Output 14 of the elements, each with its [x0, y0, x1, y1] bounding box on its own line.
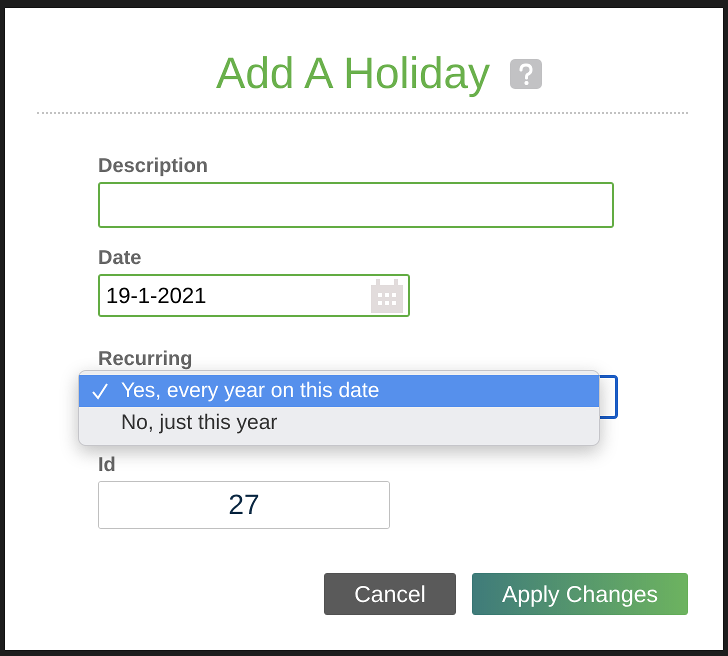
field-label: Recurring [98, 347, 194, 371]
calendar-icon[interactable] [371, 279, 403, 313]
field-label: Id [98, 453, 117, 477]
field-label: Description [98, 154, 210, 178]
dropdown-option[interactable]: No, just this year [79, 407, 599, 439]
dialog-title: Add A Holiday [216, 48, 490, 100]
field-label: Date [98, 246, 142, 270]
date-field[interactable]: 19-1-2021 [98, 274, 410, 317]
help-icon[interactable] [510, 59, 542, 89]
apply-button[interactable]: Apply Changes [472, 573, 688, 615]
checkmark-icon [91, 382, 109, 400]
cancel-button[interactable]: Cancel [324, 573, 456, 615]
description-field[interactable] [98, 182, 614, 228]
id-field[interactable]: 27 [98, 481, 390, 529]
